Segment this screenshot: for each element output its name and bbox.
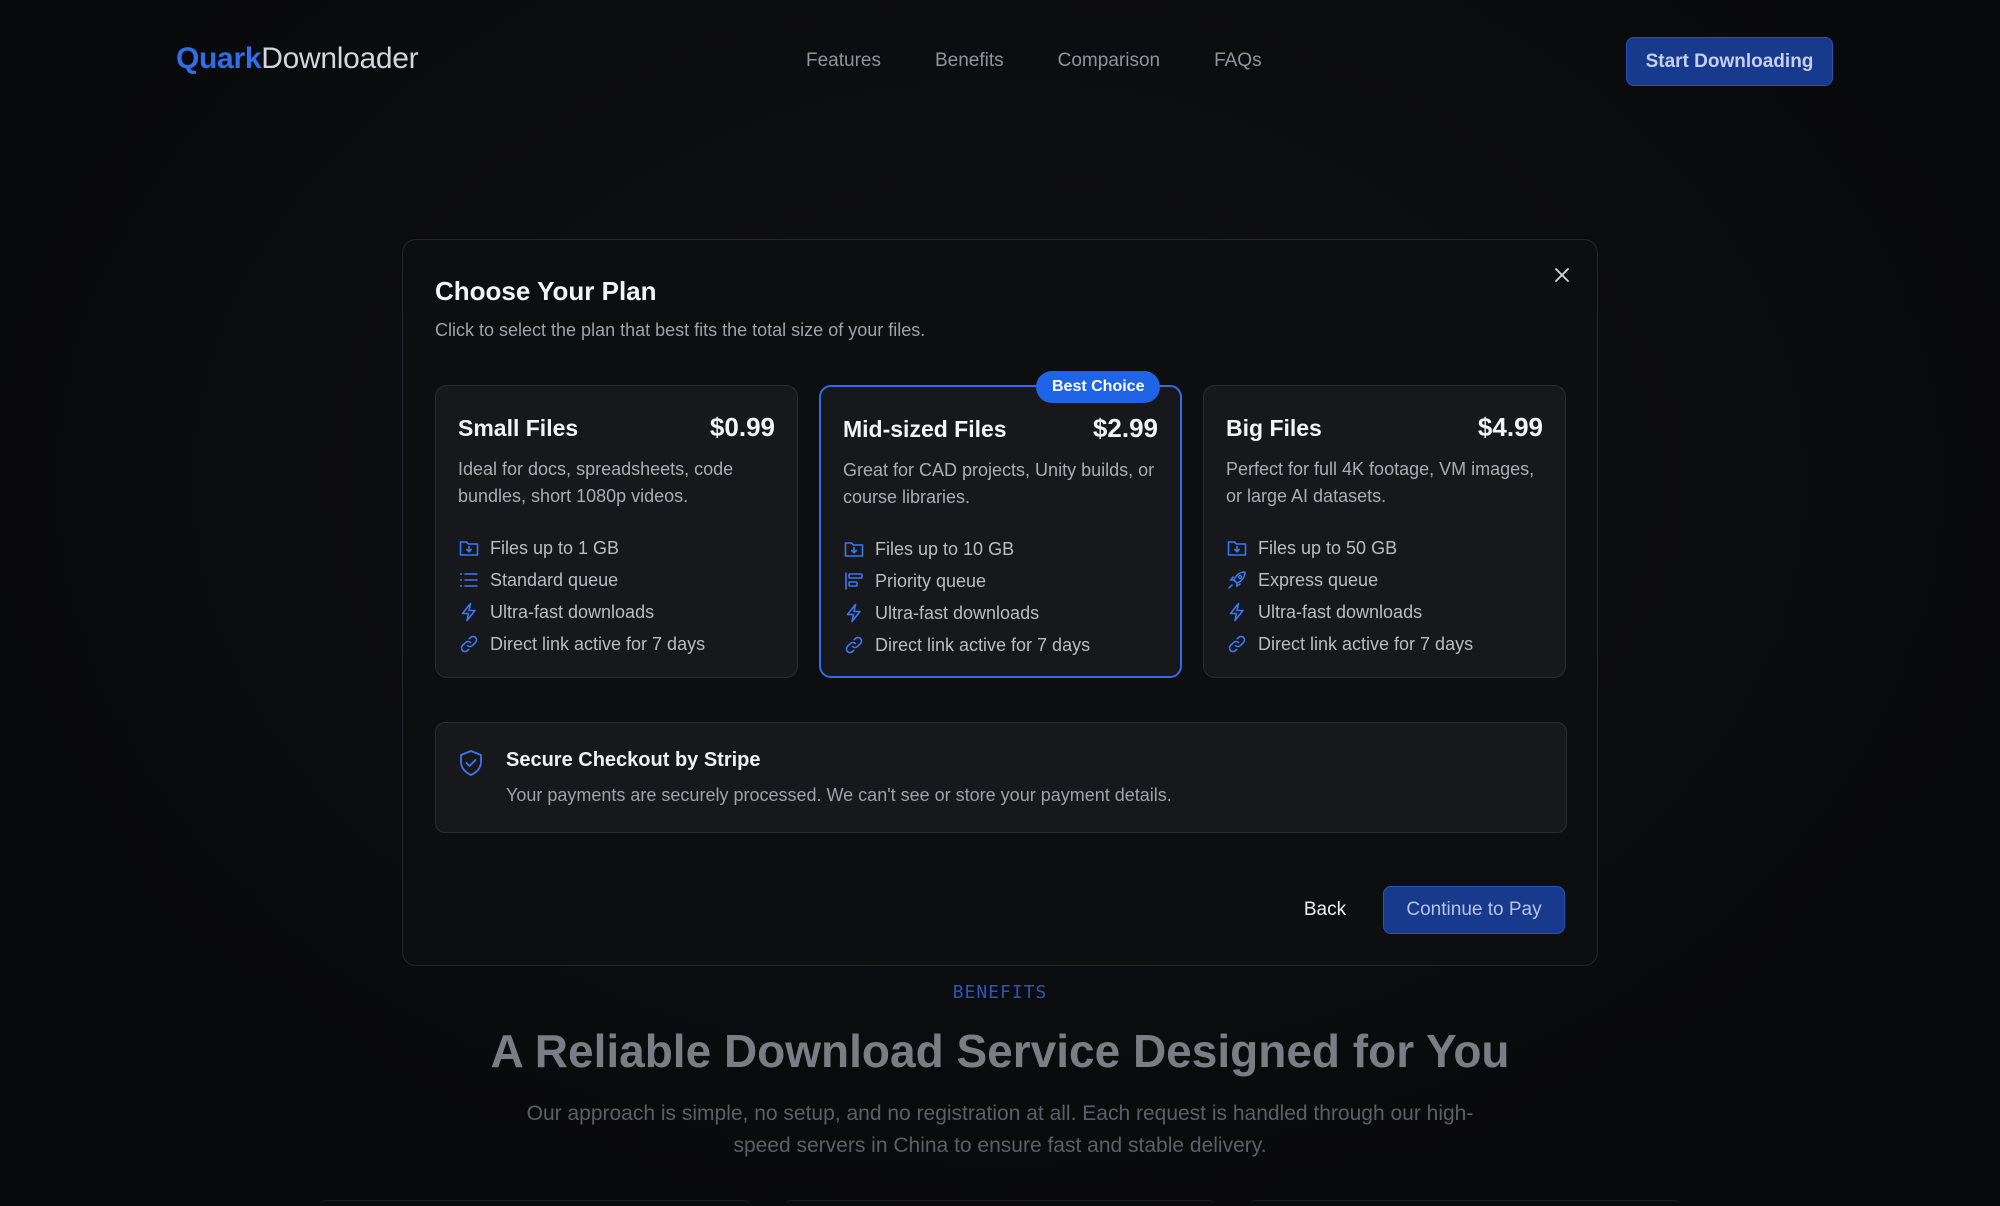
nav-link-benefits[interactable]: Benefits <box>935 50 1004 72</box>
bolt-icon <box>458 601 480 623</box>
feature-label: Direct link active for 7 days <box>875 634 1091 655</box>
feature-label: Files up to 1 GB <box>490 537 620 558</box>
feature-item: Direct link active for 7 days <box>843 629 1158 661</box>
plan-description: Great for CAD projects, Unity builds, or… <box>843 460 1155 507</box>
folder-download-icon <box>458 537 480 559</box>
feature-item: Files up to 10 GB <box>843 533 1158 565</box>
plan-card-big[interactable]: Big Files $4.99 Perfect for full 4K foot… <box>1203 385 1566 678</box>
feature-label: Express queue <box>1258 569 1379 590</box>
folder-download-icon <box>1226 537 1248 559</box>
logo-rest: Downloader <box>261 42 419 75</box>
feature-label: Ultra-fast downloads <box>490 601 655 622</box>
benefits-subtitle: Our approach is simple, no setup, and no… <box>526 1102 1474 1157</box>
plan-name: Mid-sized Files <box>843 416 1007 442</box>
plan-modal: Choose Your Plan Click to select the pla… <box>402 239 1598 966</box>
link-icon <box>1226 633 1248 655</box>
feature-item: Direct link active for 7 days <box>1226 628 1543 660</box>
folder-download-icon <box>843 538 865 560</box>
modal-title: Choose Your Plan <box>435 276 657 306</box>
logo[interactable]: Quark Downloader <box>176 42 419 76</box>
feature-item: Ultra-fast downloads <box>843 597 1158 629</box>
plan-description: Perfect for full 4K footage, VM images, … <box>1226 459 1535 506</box>
bolt-icon <box>843 602 865 624</box>
feature-label: Priority queue <box>875 570 987 591</box>
feature-label: Ultra-fast downloads <box>1258 601 1423 622</box>
nav-link-faqs[interactable]: FAQs <box>1214 50 1262 72</box>
modal-subtitle: Click to select the plan that best fits … <box>435 320 926 340</box>
close-icon <box>1555 268 1569 282</box>
feature-label: Ultra-fast downloads <box>875 602 1040 623</box>
feature-item: Direct link active for 7 days <box>458 628 775 660</box>
list-icon <box>458 569 480 591</box>
feature-item: Ultra-fast downloads <box>458 596 775 628</box>
background-card-edge <box>320 1200 750 1206</box>
best-choice-badge: Best Choice <box>1036 371 1161 403</box>
nav-link-features[interactable]: Features <box>806 50 881 72</box>
feature-item: Priority queue <box>843 565 1158 597</box>
plan-features: Files up to 50 GB Express queue Ultra-fa… <box>1226 532 1543 660</box>
continue-to-pay-button[interactable]: Continue to Pay <box>1383 886 1565 934</box>
feature-item: Files up to 50 GB <box>1226 532 1543 564</box>
link-icon <box>843 634 865 656</box>
benefits-eyebrow: BENEFITS <box>952 982 1048 1003</box>
feature-label: Direct link active for 7 days <box>490 633 706 654</box>
feature-label: Standard queue <box>490 569 619 590</box>
plan-price: $2.99 <box>1092 413 1158 443</box>
feature-label: Files up to 10 GB <box>875 538 1015 559</box>
feature-item: Files up to 1 GB <box>458 532 775 564</box>
plan-card-small[interactable]: Small Files $0.99 Ideal for docs, spread… <box>435 385 798 678</box>
plan-description: Ideal for docs, spreadsheets, code bundl… <box>458 459 734 506</box>
start-downloading-button[interactable]: Start Downloading <box>1626 37 1833 86</box>
feature-label: Direct link active for 7 days <box>1258 633 1474 654</box>
logo-brand: Quark <box>176 42 262 75</box>
close-button[interactable] <box>1549 262 1575 288</box>
plan-name: Big Files <box>1226 415 1322 441</box>
back-button[interactable]: Back <box>1279 886 1371 934</box>
plan-features: Files up to 10 GB Priority queue Ultra-f… <box>843 533 1158 661</box>
nav-links: Features Benefits Comparison FAQs <box>806 50 1262 72</box>
link-icon <box>458 633 480 655</box>
plan-price: $4.99 <box>1477 412 1543 442</box>
feature-label: Files up to 50 GB <box>1258 537 1398 558</box>
plan-price: $0.99 <box>709 412 775 442</box>
secure-title: Secure Checkout by Stripe <box>506 749 761 771</box>
nav-link-comparison[interactable]: Comparison <box>1058 50 1160 72</box>
top-nav: Quark Downloader Features Benefits Compa… <box>0 0 2000 124</box>
feature-item: Express queue <box>1226 564 1543 596</box>
secure-description: Your payments are securely processed. We… <box>506 785 1172 805</box>
benefits-title: A Reliable Download Service Designed for… <box>490 1025 1510 1077</box>
shield-check-icon <box>458 749 484 777</box>
rocket-icon <box>1226 569 1248 591</box>
plan-card-mid[interactable]: Best Choice Mid-sized Files $2.99 Great … <box>819 371 1182 678</box>
feature-item: Standard queue <box>458 564 775 596</box>
plan-options: Small Files $0.99 Ideal for docs, spread… <box>435 371 1567 680</box>
feature-item: Ultra-fast downloads <box>1226 596 1543 628</box>
priority-icon <box>843 570 865 592</box>
bolt-icon <box>1226 601 1248 623</box>
plan-features: Files up to 1 GB Standard queue Ultra-fa… <box>458 532 775 660</box>
background-card-edge <box>785 1200 1215 1206</box>
secure-checkout-panel: Secure Checkout by Stripe Your payments … <box>435 722 1567 833</box>
plan-name: Small Files <box>458 415 579 441</box>
background-card-edge <box>1250 1200 1680 1206</box>
